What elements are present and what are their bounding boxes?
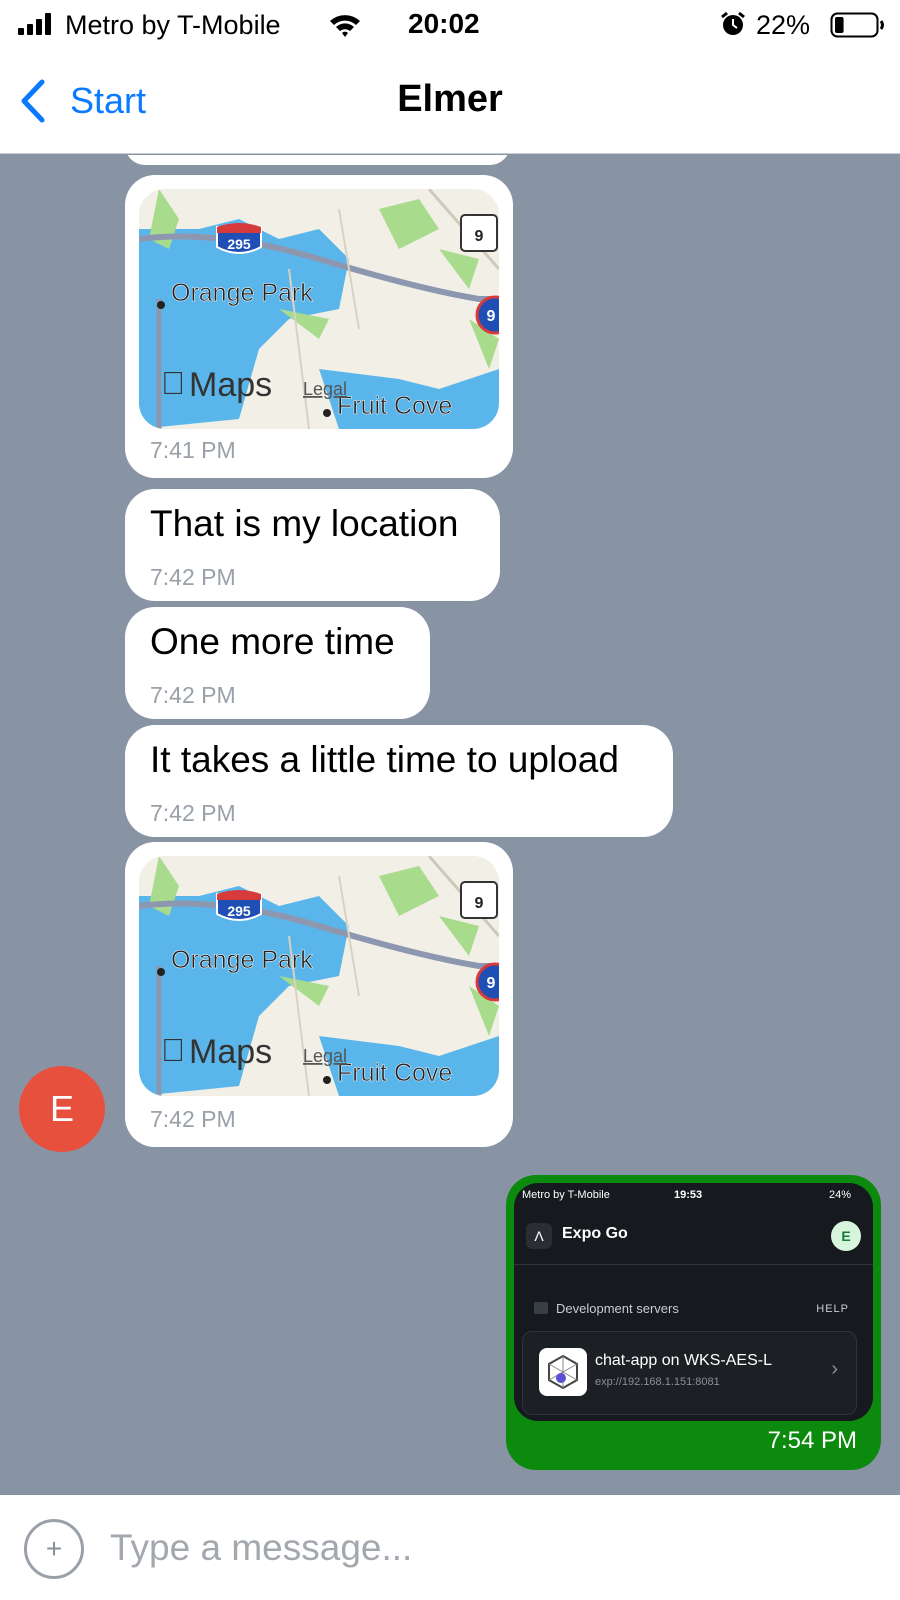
- map-preview[interactable]: 295 9 9 Orange Park Fruit Cove  Maps Le…: [139, 856, 499, 1096]
- city-label: Orange Park: [171, 279, 313, 307]
- message-text: One more time: [150, 621, 395, 662]
- message-text: That is my location: [150, 503, 459, 544]
- avatar-initial: E: [49, 1088, 74, 1129]
- message-time: 7:42 PM: [150, 564, 236, 590]
- message-time: 7:42 PM: [150, 800, 236, 826]
- map-image: 295 9 9 Orange Park Fruit Cove  Maps Le…: [139, 189, 499, 429]
- interstate-label: 9: [487, 308, 496, 325]
- message-text: It takes a little time to upload: [150, 739, 619, 780]
- expo-logo-icon: Λ: [526, 1223, 552, 1249]
- map-message[interactable]: 295 9 9 Orange Park Fruit Cove  Maps Le…: [125, 842, 513, 1147]
- text-message[interactable]: That is my location 7:42 PM: [125, 489, 500, 601]
- interstate-label: 9: [487, 975, 496, 992]
- screenshot-server-card: chat-app on WKS-AES-L exp://192.168.1.15…: [522, 1331, 857, 1415]
- route-shield-label: 295: [227, 236, 251, 252]
- previous-message-bubble: [125, 155, 510, 165]
- town-label: Fruit Cove: [337, 1059, 452, 1087]
- carrier-name: Metro by T-Mobile: [65, 10, 281, 40]
- maps-brand-label: Maps: [189, 1033, 272, 1071]
- svg-text:: : [161, 365, 185, 401]
- chevron-right-icon: ›: [831, 1358, 838, 1380]
- screenshot-section-title: Development servers: [534, 1301, 679, 1316]
- legal-link: Legal: [303, 1046, 347, 1066]
- screenshot-user-avatar: E: [831, 1221, 861, 1251]
- wifi-icon: [330, 15, 360, 37]
- message-time: 7:54 PM: [767, 1427, 857, 1454]
- text-message[interactable]: It takes a little time to upload 7:42 PM: [125, 725, 673, 837]
- screenshot-help: HELP: [816, 1303, 849, 1315]
- message-time: 7:41 PM: [150, 437, 236, 463]
- battery-icon: [830, 12, 884, 38]
- sent-screenshot[interactable]: Metro by T-Mobile 19:53 24% Λ Expo Go E …: [514, 1183, 873, 1421]
- screenshot-server-url: exp://192.168.1.151:8081: [595, 1376, 720, 1388]
- status-time: 20:02: [408, 8, 480, 39]
- battery-percent: 22%: [756, 10, 811, 40]
- city-label: Orange Park: [171, 946, 313, 974]
- message-time: 7:42 PM: [150, 682, 236, 708]
- message-time: 7:42 PM: [150, 1106, 236, 1132]
- route-shield-label: 295: [227, 903, 251, 919]
- status-bar: Metro by T-Mobile 20:02 22%: [0, 0, 900, 50]
- screenshot-app-name: Expo Go: [562, 1225, 628, 1242]
- nav-bar: Start Elmer: [0, 50, 900, 154]
- screenshot-battery: 24%: [828, 1189, 851, 1201]
- screenshot-carrier: Metro by T-Mobile: [522, 1189, 610, 1201]
- screenshot-status-bar: Metro by T-Mobile 19:53 24%: [514, 1183, 873, 1209]
- add-attachment-button[interactable]: +: [24, 1519, 84, 1579]
- map-message[interactable]: 295 9 9 Orange Park Fruit Cove  Maps Le…: [125, 175, 513, 478]
- sent-image-message[interactable]: Metro by T-Mobile 19:53 24% Λ Expo Go E …: [506, 1175, 881, 1470]
- map-preview[interactable]: 295 9 9 Orange Park Fruit Cove  Maps Le…: [139, 189, 499, 429]
- screenshot-header: Λ Expo Go E: [514, 1209, 873, 1265]
- project-icon: [539, 1348, 587, 1396]
- screenshot-time: 19:53: [674, 1189, 703, 1201]
- input-bar: +: [0, 1495, 900, 1600]
- screenshot-server-name: chat-app on WKS-AES-L: [595, 1352, 772, 1369]
- text-message[interactable]: One more time 7:42 PM: [125, 607, 430, 719]
- signal-icon: [18, 13, 51, 35]
- state-route-label: 9: [475, 228, 484, 245]
- message-input[interactable]: [110, 1515, 870, 1581]
- town-label: Fruit Cove: [337, 392, 452, 420]
- avatar[interactable]: E: [19, 1066, 105, 1152]
- terminal-icon: [534, 1302, 548, 1314]
- legal-link: Legal: [303, 379, 347, 399]
- plus-icon: +: [45, 1533, 63, 1564]
- chat-area[interactable]: 295 9 9 Orange Park Fruit Cove  Maps Le…: [0, 155, 900, 1495]
- maps-brand-label: Maps: [189, 366, 272, 404]
- alarm-icon: [721, 11, 745, 35]
- state-route-label: 9: [475, 895, 484, 912]
- svg-text:: : [161, 1032, 185, 1068]
- conversation-title: Elmer: [397, 78, 503, 120]
- map-image: 295 9 9 Orange Park Fruit Cove  Maps Le…: [139, 856, 499, 1096]
